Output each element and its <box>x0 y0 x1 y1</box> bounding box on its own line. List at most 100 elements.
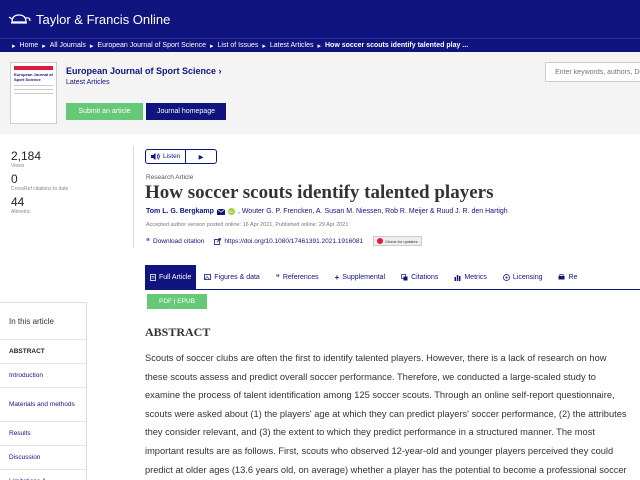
site-header: Taylor & Francis Online <box>0 0 640 38</box>
breadcrumb-current: How soccer scouts identify talented play… <box>324 42 469 49</box>
journal-cover[interactable]: European Journal of Sport Science <box>10 62 57 124</box>
image-icon <box>204 274 212 280</box>
download-citation-label: Download citation <box>153 237 205 245</box>
tab-label: Full Article <box>159 273 192 281</box>
tab-label: Metrics <box>464 273 487 281</box>
metric-label: CrossRef citations to date <box>11 186 69 192</box>
toc-item-introduction[interactable]: Introduction <box>0 363 86 387</box>
metric-crossref: 0 CrossRef citations to date <box>11 172 131 193</box>
breadcrumb-issues[interactable]: List of Issues <box>218 42 259 49</box>
journal-header: European Journal of Sport Science Europe… <box>0 52 640 134</box>
crossmark-icon <box>377 238 384 244</box>
metric-label: Views <box>11 163 25 169</box>
tab-label: References <box>282 273 319 281</box>
metric-value: 44 <box>11 195 25 209</box>
toc-item-abstract[interactable]: ABSTRACT <box>0 339 86 363</box>
listen-main[interactable]: Listen <box>146 150 187 163</box>
breadcrumb-sep: ▸ <box>317 42 321 50</box>
tab-reprints[interactable]: Re <box>550 265 585 289</box>
cover-line <box>14 85 53 86</box>
metric-altmetric[interactable]: 44 Altmetric <box>11 195 131 216</box>
bar-chart-icon <box>454 274 461 281</box>
plus-icon: + <box>334 272 340 282</box>
cover-stripe <box>14 66 53 70</box>
listen-label: Listen <box>163 153 181 160</box>
publication-dates: Accepted author version posted online: 1… <box>146 222 349 228</box>
tab-label: Citations <box>411 273 439 281</box>
abstract-heading: ABSTRACT <box>145 325 211 339</box>
metrics-divider <box>133 146 134 248</box>
tab-citations[interactable]: Citations <box>393 265 446 289</box>
tabs-underline <box>145 289 640 290</box>
article-metrics: 2,184 Views 0 CrossRef citations to date… <box>11 150 131 219</box>
cover-line <box>14 93 53 94</box>
breadcrumb: ▸ Home ▸ All Journals ▸ European Journal… <box>0 38 640 52</box>
article-type: Research Article <box>146 174 194 181</box>
article-tools: “ Download citation https://doi.org/10.1… <box>146 236 422 246</box>
metric-label: Altmetric <box>11 209 31 215</box>
tab-metrics[interactable]: Metrics <box>446 265 495 289</box>
tab-full-article[interactable]: Full Article <box>145 265 197 289</box>
tab-label: Re <box>568 273 578 281</box>
breadcrumb-all-journals[interactable]: All Journals <box>50 42 86 49</box>
cover-line <box>14 89 53 90</box>
link-icon <box>214 237 222 245</box>
toc-item-discussion[interactable]: Discussion <box>0 445 86 469</box>
download-citation-link[interactable]: “ Download citation <box>146 237 204 246</box>
author-rest[interactable]: , Wouter G. P. Frencken, A. Susan M. Nie… <box>238 208 508 215</box>
breadcrumb-sep: ▸ <box>42 42 46 50</box>
check-updates-label: Check for updates <box>385 238 418 244</box>
metric-value: 0 <box>11 172 18 186</box>
doi-label: https://doi.org/10.1080/17461391.2021.19… <box>224 237 364 245</box>
tab-references[interactable]: “ References <box>268 265 327 289</box>
tab-label: Figures & data <box>214 273 260 281</box>
licensing-icon <box>503 273 510 281</box>
breadcrumb-home[interactable]: Home <box>20 42 39 49</box>
author-list: Tom L. G. Bergkamp iD , Wouter G. P. Fre… <box>146 208 508 215</box>
breadcrumb-sep: ▸ <box>262 42 266 50</box>
pdf-epub-button[interactable]: PDF | EPUB <box>147 294 207 309</box>
check-updates-button[interactable]: Check for updates <box>373 236 422 246</box>
breadcrumb-journal[interactable]: European Journal of Sport Science <box>97 42 206 49</box>
quote-icon: “ <box>146 236 150 246</box>
document-icon <box>150 273 156 281</box>
quote-icon: “ <box>275 272 280 282</box>
author-first[interactable]: Tom L. G. Bergkamp <box>146 208 214 215</box>
breadcrumb-sep: ▸ <box>12 42 16 50</box>
latest-articles-link[interactable]: Latest Articles <box>66 79 110 86</box>
toc-heading: In this article <box>9 317 54 326</box>
tab-figures[interactable]: Figures & data <box>196 265 268 289</box>
article-toc: In this article ABSTRACT Introduction Ma… <box>0 302 87 480</box>
doi-link[interactable]: https://doi.org/10.1080/17461391.2021.19… <box>214 238 363 245</box>
article-tabs: Full Article Figures & data “ References… <box>145 265 585 289</box>
submit-article-button[interactable]: Submit an article <box>66 103 143 120</box>
toc-item-limitations[interactable]: Limitations & <box>0 469 86 480</box>
site-logo[interactable]: Taylor & Francis Online <box>8 12 170 27</box>
teapot-logo-icon <box>8 14 31 24</box>
citation-icon <box>401 273 408 280</box>
tab-supplemental[interactable]: + Supplemental <box>327 265 393 289</box>
tab-label: Licensing <box>512 273 543 281</box>
tab-label: Supplemental <box>342 273 386 281</box>
breadcrumb-sep: ▸ <box>89 42 94 50</box>
toc-item-results[interactable]: Results <box>0 421 86 445</box>
email-icon[interactable] <box>216 208 225 215</box>
orcid-icon[interactable]: iD <box>227 208 235 215</box>
breadcrumb-sep: ▸ <box>210 42 214 50</box>
speaker-icon <box>151 153 160 160</box>
journal-homepage-button[interactable]: Journal homepage <box>146 103 226 120</box>
metric-value: 2,184 <box>11 149 42 163</box>
tab-licensing[interactable]: Licensing <box>495 265 551 289</box>
article-title: How soccer scouts identify talented play… <box>145 182 494 203</box>
search-input[interactable] <box>545 62 640 82</box>
breadcrumb-latest[interactable]: Latest Articles <box>270 42 314 49</box>
cover-title: European Journal of Sport Science <box>14 72 53 82</box>
reprints-icon <box>558 273 565 279</box>
play-icon[interactable]: ▶ <box>186 150 216 163</box>
metric-views: 2,184 Views <box>11 149 131 170</box>
listen-button[interactable]: Listen ▶ <box>145 149 217 164</box>
toc-item-methods[interactable]: Materials and methods <box>0 387 86 421</box>
abstract-text: Scouts of soccer clubs are often the fir… <box>145 353 627 475</box>
journal-title[interactable]: European Journal of Sport Science › <box>66 66 222 76</box>
brand-name: Taylor & Francis Online <box>36 11 171 27</box>
